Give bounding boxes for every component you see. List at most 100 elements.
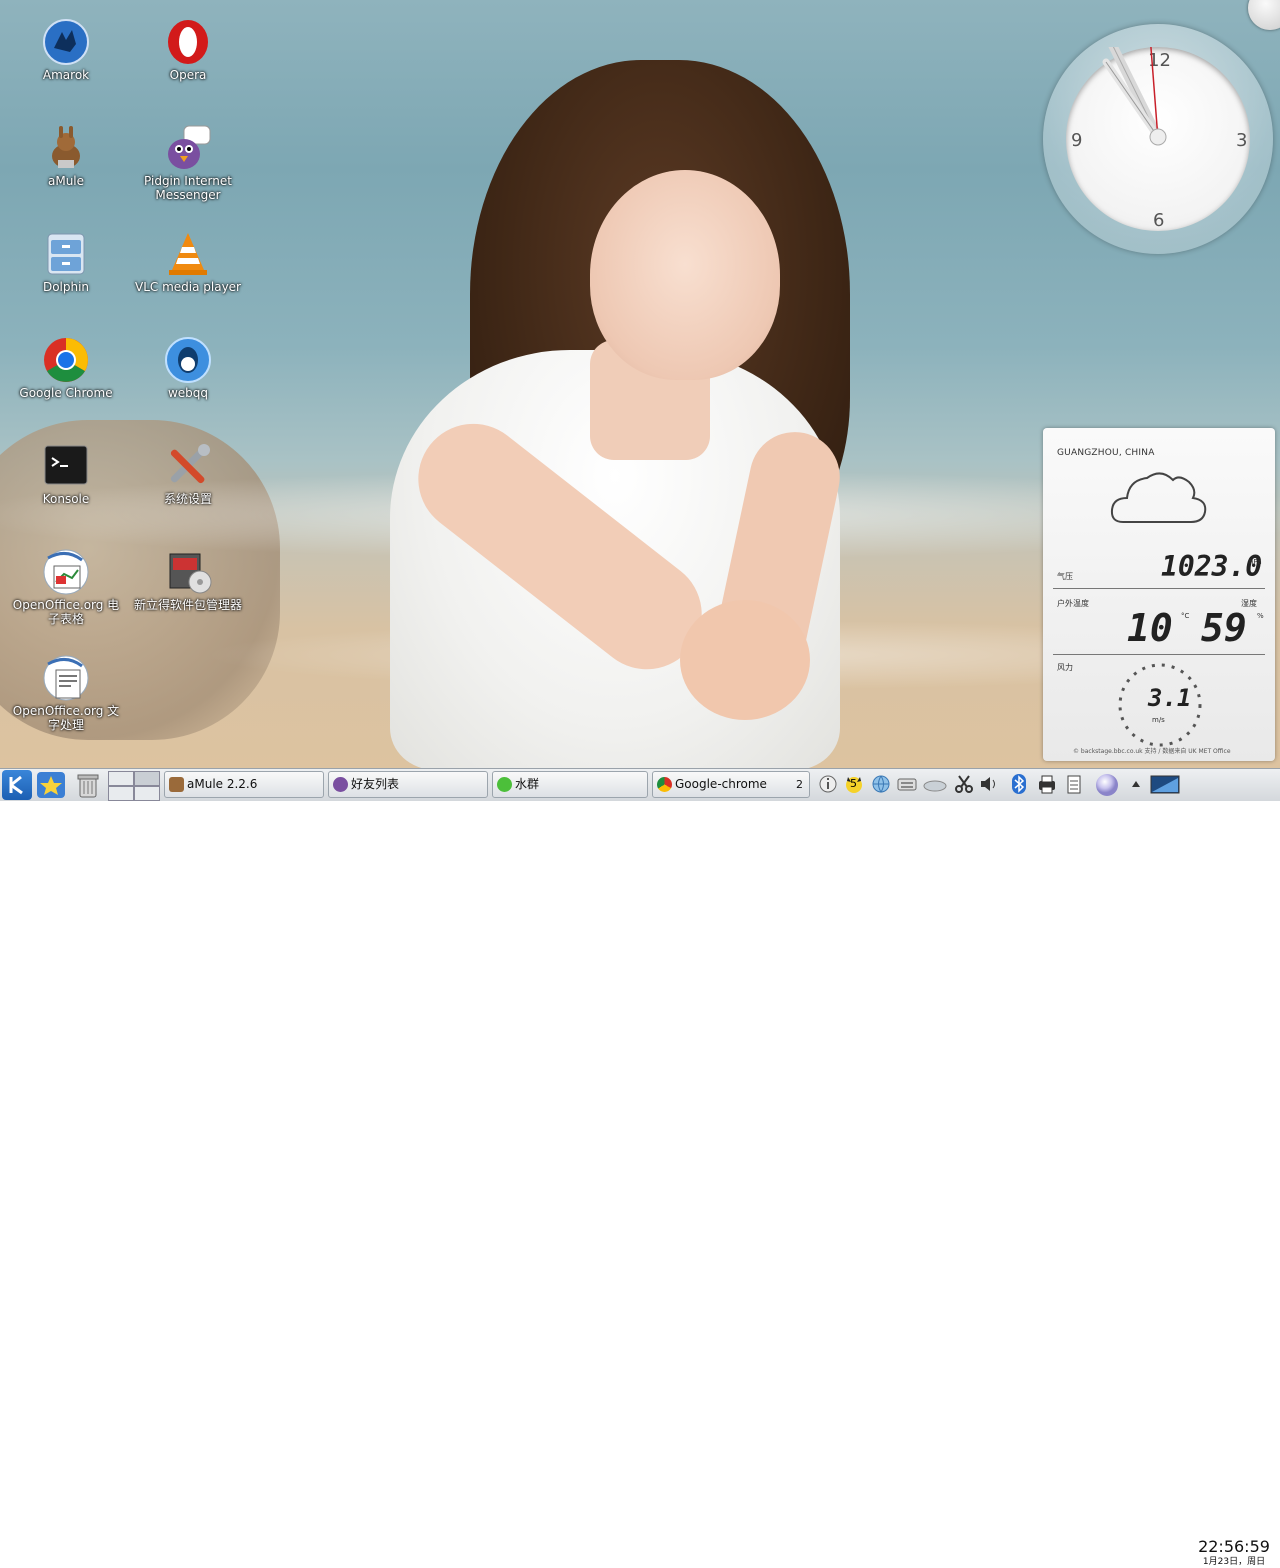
tray-orb[interactable] xyxy=(1092,773,1122,796)
amule-icon xyxy=(42,124,90,172)
kde-logo-icon xyxy=(9,775,23,795)
desktop-icon-label: Konsole xyxy=(42,492,90,506)
wind-label: 风力 xyxy=(1057,663,1073,672)
task-chat-group[interactable]: 水群 xyxy=(492,771,648,798)
show-desktop-icon xyxy=(1150,775,1180,794)
task-amule[interactable]: aMule 2.2.6 xyxy=(164,771,324,798)
desktop-icon-label: Google Chrome xyxy=(19,386,113,400)
weather-city: GUANGZHOU, CHINA xyxy=(1057,448,1155,458)
notes-icon xyxy=(1067,775,1081,794)
pager-desktop[interactable] xyxy=(134,786,160,801)
tray-pikachu[interactable]: 5 xyxy=(843,773,863,795)
pressure-value: 1023.0 xyxy=(1161,550,1263,583)
weather-widget[interactable]: GUANGZHOU, CHINA 气压 1023.0 hPa 户外温度 湿度 1… xyxy=(1043,428,1275,761)
pager-desktop[interactable] xyxy=(108,786,134,801)
wallpaper-figure-hands xyxy=(680,600,810,720)
virtual-desktop-pager[interactable] xyxy=(108,771,160,801)
weather-divider xyxy=(1053,588,1265,589)
desktop-icon-label: 新立得软件包管理器 xyxy=(133,598,242,612)
chrome-icon xyxy=(42,336,90,384)
pager-desktop[interactable] xyxy=(108,771,134,786)
desktop-icon-label: Amarok xyxy=(42,68,90,82)
status-orb-icon xyxy=(1096,774,1118,796)
pidgin-icon xyxy=(164,124,212,172)
pidgin-icon xyxy=(333,777,348,792)
taskbar: aMule 2.2.6 好友列表 水群 Google-chrome 2 5 22… xyxy=(0,768,1280,1567)
star-icon xyxy=(37,772,65,798)
desktop-icon-label: webqq xyxy=(167,386,209,400)
task-label: 水群 xyxy=(515,777,540,791)
amarok-icon xyxy=(42,18,90,66)
desktop-icon-openoffice-calc[interactable]: OpenOffice.org 电子表格 xyxy=(11,548,121,626)
desktop-icon-konsole[interactable]: Konsole xyxy=(11,442,121,506)
desktop-icon-label: Dolphin xyxy=(42,280,90,294)
chrome-icon xyxy=(657,777,672,792)
tray-badge: 5 xyxy=(850,777,857,790)
clock-hands xyxy=(1102,47,1167,146)
desktop-icon-amarok[interactable]: Amarok xyxy=(11,18,121,82)
desktop-icon-opera[interactable]: Opera xyxy=(133,18,243,82)
tray-bluetooth[interactable] xyxy=(1008,773,1028,795)
tray-volume[interactable] xyxy=(978,773,998,795)
desktop-icon-label: Opera xyxy=(169,68,207,82)
tray-cloud[interactable] xyxy=(922,773,948,795)
trash-icon xyxy=(77,774,99,798)
kde-menu-button[interactable] xyxy=(2,770,32,800)
desktop-icon-dolphin[interactable]: Dolphin xyxy=(11,230,121,294)
desktop-icon-pidgin[interactable]: Pidgin Internet Messenger xyxy=(133,124,243,202)
desktop-icon-amule[interactable]: aMule xyxy=(11,124,121,188)
tray-network[interactable] xyxy=(870,773,890,795)
wallpaper-figure-face xyxy=(590,170,780,380)
desktop-icon-openoffice-writer[interactable]: OpenOffice.org 文字处理 xyxy=(11,654,121,732)
pressure-label: 气压 xyxy=(1057,572,1073,581)
tray-info[interactable] xyxy=(818,773,838,795)
clock-time: 22:56:59 xyxy=(1198,1537,1270,1556)
package-manager-icon xyxy=(164,548,212,596)
desktop-icon-label: VLC media player xyxy=(134,280,241,294)
tray-notes[interactable] xyxy=(1063,773,1083,795)
task-google-chrome[interactable]: Google-chrome 2 xyxy=(652,771,810,798)
dolphin-icon xyxy=(42,230,90,278)
document-icon xyxy=(42,654,90,702)
tray-keyboard[interactable] xyxy=(896,773,917,795)
tray-show-desktop[interactable] xyxy=(1150,773,1180,795)
desktop-icon-system-settings[interactable]: 系统设置 xyxy=(133,442,243,506)
task-label: aMule 2.2.6 xyxy=(187,777,258,791)
trash-launcher[interactable] xyxy=(74,771,102,799)
humidity-value: 59 xyxy=(1201,606,1247,650)
printer-icon xyxy=(1039,775,1055,794)
task-group-count: 2 xyxy=(796,778,803,791)
desktop-icon-synaptic[interactable]: 新立得软件包管理器 xyxy=(133,548,243,612)
weather-divider xyxy=(1053,654,1265,655)
outdoor-temp-label: 户外温度 xyxy=(1057,599,1089,608)
pager-desktop[interactable] xyxy=(134,771,160,786)
desktop-icon-webqq[interactable]: webqq xyxy=(133,336,243,400)
wind-value: 3.1 xyxy=(1148,684,1192,712)
volume-icon xyxy=(981,777,995,791)
desktop-icon-label: Pidgin Internet Messenger xyxy=(144,174,232,202)
desktop-icon-label: OpenOffice.org 文字处理 xyxy=(12,704,120,732)
terminal-icon xyxy=(42,442,90,490)
tray-expand[interactable] xyxy=(1128,773,1144,795)
favorites-launcher[interactable] xyxy=(36,771,66,799)
desktop-icon-label: aMule xyxy=(47,174,85,188)
desktop-icon-vlc[interactable]: VLC media player xyxy=(133,230,243,294)
cloud-sync-icon xyxy=(923,780,947,792)
opera-icon xyxy=(164,18,212,66)
wind-unit: m/s xyxy=(1152,716,1165,724)
tray-klipper[interactable] xyxy=(953,773,973,795)
desktop-icon-label: OpenOffice.org 电子表格 xyxy=(12,598,120,626)
task-label: Google-chrome xyxy=(675,777,767,791)
bluetooth-icon xyxy=(1012,774,1026,794)
info-icon xyxy=(819,775,837,793)
desktop-icon-google-chrome[interactable]: Google Chrome xyxy=(11,336,121,400)
amule-icon xyxy=(169,777,184,792)
weather-source: © backstage.bbc.co.uk 支持 / 数据来自 UK MET O… xyxy=(1073,748,1231,755)
keyboard-icon xyxy=(897,778,917,791)
tray-printer[interactable] xyxy=(1036,773,1056,795)
pressure-unit: hPa xyxy=(1249,558,1262,566)
task-buddy-list[interactable]: 好友列表 xyxy=(328,771,488,798)
temperature-unit: °C xyxy=(1181,612,1190,620)
chat-status-icon xyxy=(497,777,512,792)
taskbar-clock[interactable]: 22:56:59 1月23日，周日 xyxy=(1190,1538,1278,1568)
